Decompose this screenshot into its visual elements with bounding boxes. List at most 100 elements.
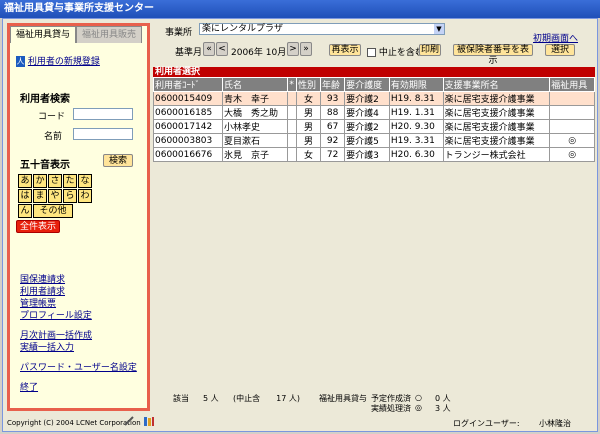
col-age[interactable]: 年齢 [320, 77, 346, 92]
rental-label: 福祉用具貸与 [319, 394, 367, 403]
table-row[interactable]: 0600016676 氷見 京子 女 72 要介護3 H20. 6.30 トラン… [152, 147, 595, 162]
link-password[interactable]: パスワード・ユーザー名設定 [20, 360, 137, 373]
new-user-register-link[interactable]: 利用者の新規登録 [28, 57, 100, 67]
cell-age: 72 [320, 147, 346, 162]
cell-code: 0600016676 [152, 147, 224, 162]
name-label: 名前 [44, 132, 63, 142]
login-user: 小林隆治 [539, 419, 571, 428]
kana-ka[interactable]: か [33, 174, 47, 188]
cell-mark [287, 147, 297, 162]
planned-mark: ○ [415, 393, 422, 402]
cell-expiry: H19. 3.31 [388, 133, 444, 148]
count-value: 5 人 [203, 394, 219, 403]
cell-code: 0600017142 [152, 119, 224, 134]
kana-n[interactable]: ん [18, 204, 32, 218]
next-year-button[interactable]: » [300, 42, 312, 56]
link-profile[interactable]: プロフィール設定 [20, 308, 92, 321]
col-office[interactable]: 支援事業所名 [442, 77, 551, 92]
kana-wa[interactable]: わ [78, 189, 92, 203]
table-row[interactable]: 0600003803 夏目漱石 男 92 要介護5 H19. 3.31 楽に居宅… [152, 133, 595, 148]
cell-equipment: ◎ [549, 147, 595, 162]
name-input[interactable] [73, 128, 133, 140]
done-mark: ◎ [415, 403, 422, 412]
cell-sex: 女 [295, 91, 322, 106]
col-name[interactable]: 氏名 [222, 77, 289, 92]
home-link[interactable]: 初期画面へ [533, 31, 578, 44]
cell-equipment: ◎ [549, 133, 595, 148]
col-equipment[interactable]: 福祉用具 [549, 77, 595, 92]
chevron-left-icon: < [218, 44, 226, 54]
cell-office: 楽に居宅支援介護事業 [442, 105, 551, 120]
status-bar: Copyright (C) 2004 LCNet Corporation ログイ… [3, 413, 597, 431]
link-exit[interactable]: 終了 [20, 380, 38, 393]
count-label: 該当 [173, 394, 189, 403]
cell-mark [287, 119, 297, 134]
cell-expiry: H19. 1.31 [388, 105, 444, 120]
kana-ma[interactable]: ま [33, 189, 47, 203]
cell-mark [287, 91, 297, 106]
cell-sex: 男 [295, 105, 322, 120]
main-panel: 事業所 楽にレンタルプラザ ▼ 初期画面へ 基準月 « < 2006年 10月 … [152, 23, 595, 413]
cell-name: 小林孝史 [222, 119, 289, 134]
col-expiry[interactable]: 有効期限 [388, 77, 444, 92]
table-header: 利用者ｺｰﾄﾞ 氏名 * 性別 年齢 要介護度 有効期限 支援事業所名 福祉用具 [152, 77, 595, 92]
col-code[interactable]: 利用者ｺｰﾄﾞ [152, 77, 224, 92]
cell-office: 楽に居宅支援介護事業 [442, 133, 551, 148]
print-button[interactable]: 印刷 [419, 44, 441, 56]
pencil-icon[interactable] [123, 415, 135, 427]
col-care-level[interactable]: 要介護度 [344, 77, 390, 92]
cell-name: 大橋 秀之助 [222, 105, 289, 120]
kana-other[interactable]: その他 [33, 204, 73, 218]
cell-office: 楽に居宅支援介護事業 [442, 91, 551, 106]
base-month-value: 2006年 10月 [231, 48, 287, 58]
double-chevron-right-icon: » [303, 44, 309, 54]
kana-ra[interactable]: ら [63, 189, 77, 203]
cell-equipment [549, 105, 595, 120]
all-display-button[interactable]: 全件表示 [16, 220, 60, 233]
include-suspended[interactable]: 中止を含む [367, 45, 424, 58]
kana-ya[interactable]: や [48, 189, 62, 203]
kana-a[interactable]: あ [18, 174, 32, 188]
cell-care-level: 要介護2 [344, 119, 390, 134]
code-label: コード [38, 112, 66, 122]
kana-sa[interactable]: さ [48, 174, 62, 188]
table-row[interactable]: 0600015409 青木 幸子 女 93 要介護2 H19. 8.31 楽に居… [152, 91, 595, 106]
link-actual-input[interactable]: 実績一括入力 [20, 340, 74, 353]
kana-ta[interactable]: た [63, 174, 77, 188]
books-icon[interactable] [143, 415, 155, 427]
cell-age: 67 [320, 119, 346, 134]
cell-mark [287, 105, 297, 120]
office-label: 事業所 [165, 28, 193, 38]
office-select[interactable]: 楽にレンタルプラザ ▼ [199, 23, 445, 35]
table-row[interactable]: 0600016185 大橋 秀之助 男 88 要介護4 H19. 1.31 楽に… [152, 105, 595, 120]
include-suspended-label: 中止を含む [378, 48, 424, 58]
col-sex[interactable]: 性別 [295, 77, 322, 92]
new-user-register[interactable]: 人 利用者の新規登録 [16, 54, 100, 67]
prev-year-button[interactable]: « [203, 42, 215, 56]
app-window: 福祉用具貸与 福祉用具販売 人 利用者の新規登録 利用者検索 コード 名前 五十… [2, 18, 598, 432]
redisplay-button[interactable]: 再表示 [329, 44, 361, 56]
cell-code: 0600016185 [152, 105, 224, 120]
prev-month-button[interactable]: < [216, 42, 228, 56]
select-button[interactable]: 選択 [545, 44, 575, 56]
show-insured-button[interactable]: 被保険者番号を表示 [453, 44, 533, 66]
search-button[interactable]: 検索 [103, 154, 133, 167]
window-title: 福祉用具貸与事業所支援センター [0, 0, 600, 18]
table-row[interactable]: 0600017142 小林孝史 男 67 要介護2 H20. 9.30 楽に居宅… [152, 119, 595, 134]
tab-sales[interactable]: 福祉用具販売 [76, 26, 143, 43]
code-input[interactable] [73, 108, 133, 120]
cell-code: 0600015409 [152, 91, 224, 106]
kana-na[interactable]: な [78, 174, 92, 188]
kana-ha[interactable]: は [18, 189, 32, 203]
cell-name: 氷見 京子 [222, 147, 289, 162]
checkbox[interactable] [367, 48, 376, 57]
cell-expiry: H20. 6.30 [388, 147, 444, 162]
cell-age: 88 [320, 105, 346, 120]
col-mark: * [287, 77, 297, 92]
cell-equipment [549, 91, 595, 106]
next-month-button[interactable]: > [287, 42, 299, 56]
tab-rental[interactable]: 福祉用具貸与 [10, 26, 77, 43]
cell-code: 0600003803 [152, 133, 224, 148]
cell-name: 夏目漱石 [222, 133, 289, 148]
cell-expiry: H20. 9.30 [388, 119, 444, 134]
